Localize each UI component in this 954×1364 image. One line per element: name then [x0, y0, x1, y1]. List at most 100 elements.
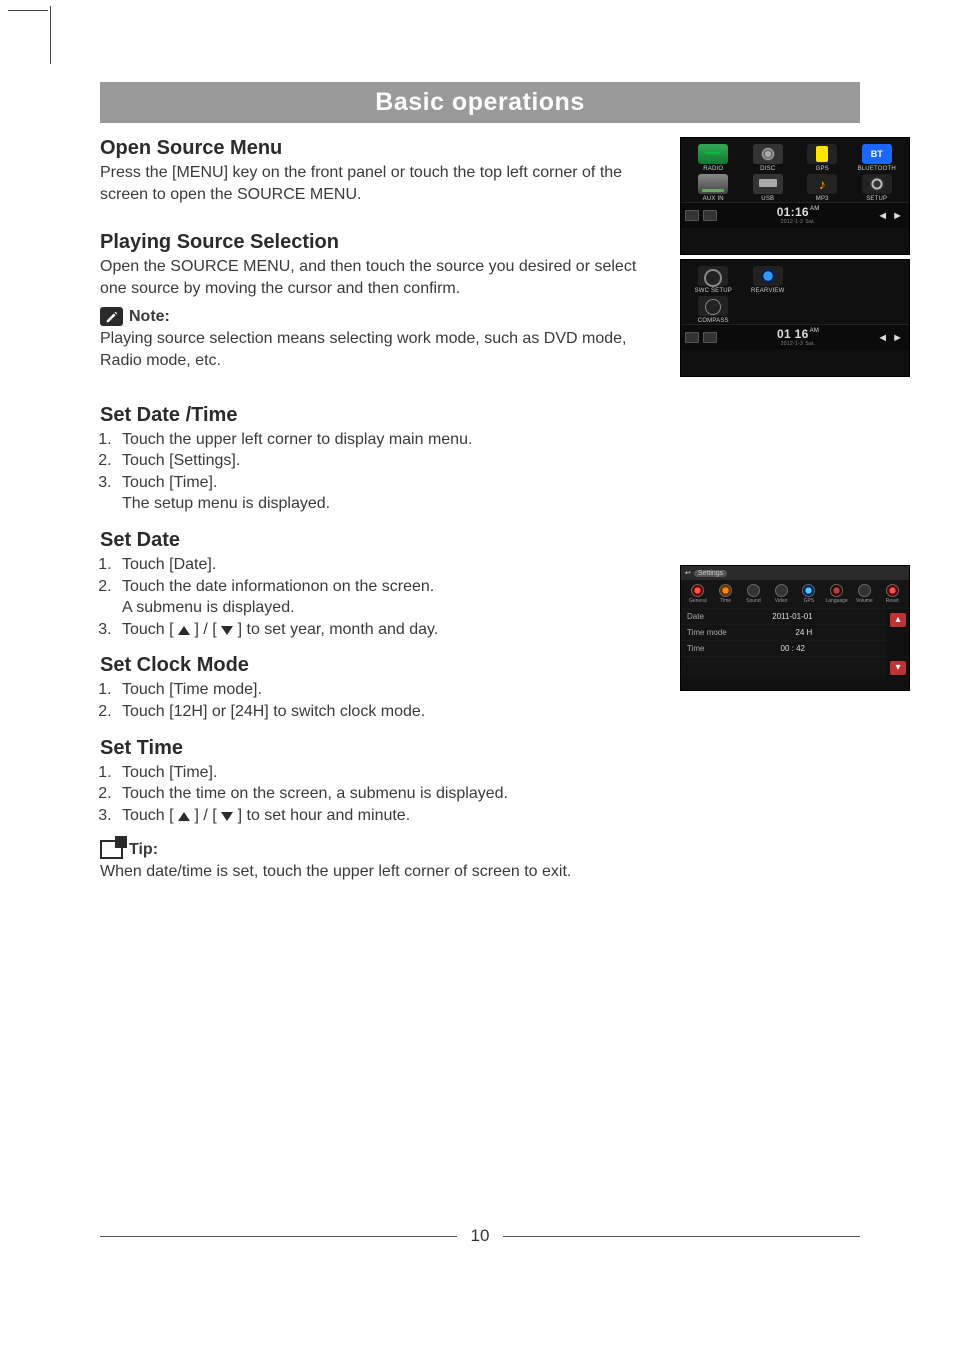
tip-icon [100, 840, 123, 859]
tip-label: Tip: [129, 841, 158, 859]
settings-list: Date2011-01-01 Time mode24 H Time00 : 42 [681, 609, 887, 679]
manual-page: Basic operations Open Source Menu Press … [0, 0, 954, 1364]
note-body: Playing source selection means selecting… [100, 328, 660, 371]
list-set-clock-mode: Touch [Time mode]. Touch [12H] or [24H] … [100, 679, 660, 722]
arrow-left-icon: ◄ [877, 210, 888, 222]
triangle-up-icon [178, 626, 190, 635]
tip-body: When date/time is set, touch the upper l… [100, 861, 660, 883]
icon-caption: GPS [816, 166, 829, 172]
text-column: Open Source Menu Press the [MENU] key on… [100, 137, 660, 895]
gps-tab-icon [802, 584, 815, 597]
list-item: Touch [Time]. [116, 472, 660, 494]
page-footer: 10 [100, 1226, 860, 1246]
list-item: Touch [Time mode]. [116, 679, 660, 701]
icon-caption: SWC SETUP [695, 288, 732, 294]
thumbnail-column: RADIO DISC GPS BTBLUETOOTH AUX IN USB MP… [660, 137, 910, 895]
thumbnail-source-menu-1: RADIO DISC GPS BTBLUETOOTH AUX IN USB MP… [680, 137, 910, 255]
back-icon: ↩ [685, 569, 691, 577]
settings-tabs: General Time Sound Video GPS Language Vo… [681, 580, 909, 609]
row-label: Time [687, 644, 704, 653]
gps-icon [807, 144, 837, 164]
rearview-icon [753, 266, 783, 286]
text-fragment: ] to set hour and minute. [233, 807, 410, 824]
disc-icon [753, 144, 783, 164]
list-item: Touch [Date]. [116, 554, 660, 576]
heading-set-date-time: Set Date /Time [100, 404, 660, 427]
page-title: Basic operations [100, 82, 860, 123]
tab-label: Reset [886, 598, 899, 604]
text-fragment: ] / [ [190, 807, 221, 824]
arrow-right-icon: ► [892, 332, 903, 344]
time-tab-icon [719, 584, 732, 597]
text-fragment: Touch [ [122, 621, 178, 638]
volume-tab-icon [858, 584, 871, 597]
wallpaper-icon [703, 332, 717, 343]
reset-tab-icon [886, 584, 899, 597]
clock-day: Sat. [805, 341, 815, 347]
list-item: Touch [Time]. [116, 762, 660, 784]
icon-caption: REARVIEW [751, 288, 785, 294]
clock-time: 01 16 [777, 327, 809, 341]
list-item: Touch [ ] / [ ] to set hour and minute. [116, 805, 660, 827]
aux-icon [698, 174, 728, 194]
row-value: 00 : 42 [781, 644, 805, 653]
list-item: Touch the upper left corner to display m… [116, 429, 660, 451]
clock-time: 01:16 [777, 205, 809, 219]
scroll-down-icon: ▾ [890, 661, 906, 675]
row-value: 24 H [795, 628, 812, 637]
arrow-left-icon: ◄ [877, 332, 888, 344]
section-playing-source-selection: Playing Source Selection Open the SOURCE… [100, 231, 660, 299]
icon-caption: USB [761, 196, 774, 202]
tab-label: Video [775, 598, 788, 604]
section-set-date-time: Set Date /Time Touch the upper left corn… [100, 404, 660, 515]
heading-set-clock-mode: Set Clock Mode [100, 654, 660, 677]
heading-set-date: Set Date [100, 529, 660, 552]
tip-block: Tip: When date/time is set, touch the up… [100, 840, 660, 883]
triangle-down-icon [221, 626, 233, 635]
clock-date: 2012-1-3 [781, 219, 803, 225]
radio-icon [698, 144, 728, 164]
icon-caption: RADIO [703, 166, 723, 172]
heading-playing-source-selection: Playing Source Selection [100, 231, 660, 254]
crop-mark-vertical [50, 6, 51, 64]
tab-label: Language [826, 598, 848, 604]
icon-caption: COMPASS [698, 318, 729, 324]
section-set-clock-mode: Set Clock Mode Touch [Time mode]. Touch … [100, 654, 660, 722]
icon-caption: SETUP [866, 196, 887, 202]
thumbnail-settings-time: ↩ Settings General Time Sound Video GPS … [680, 565, 910, 691]
list-item: Touch [ ] / [ ] to set year, month and d… [116, 619, 660, 641]
triangle-up-icon [178, 812, 190, 821]
thumbnail-source-menu-2: SWC SETUP REARVIEW COMPASS 01 16AM 2012-… [680, 259, 910, 377]
language-tab-icon [830, 584, 843, 597]
list-set-date: Touch [Date]. Touch the date information… [100, 554, 660, 640]
note-label: Note: [129, 308, 170, 326]
clock-date: 2012-1-3 [781, 341, 803, 347]
note-block: Note: Playing source selection means sel… [100, 307, 660, 371]
icon-caption: DISC [760, 166, 775, 172]
swc-setup-icon [698, 266, 728, 286]
pencil-icon [100, 307, 123, 326]
crop-mark-horizontal [8, 10, 48, 11]
clock-ampm: AM [810, 328, 820, 334]
heading-open-source-menu: Open Source Menu [100, 137, 660, 160]
clock-ampm: AM [810, 206, 820, 212]
clock-display: 01 16AM 2012-1-3 Sat. [777, 328, 819, 347]
content-column: Basic operations Open Source Menu Press … [100, 82, 860, 895]
sound-tab-icon [747, 584, 760, 597]
tab-label: Time [720, 598, 731, 604]
list-item: Touch the date informationon on the scre… [116, 576, 660, 619]
scroll-up-icon: ▴ [890, 613, 906, 627]
text-fragment: Touch [ [122, 807, 178, 824]
settings-title: Settings [694, 570, 727, 577]
list-item: Touch [12H] or [24H] to switch clock mod… [116, 701, 660, 723]
body-playing-source-selection: Open the SOURCE MENU, and then touch the… [100, 256, 660, 299]
clock-display: 01:16AM 2012-1-3 Sat. [777, 206, 820, 225]
arrow-right-icon: ► [892, 210, 903, 222]
footer-rule-left [100, 1236, 457, 1237]
usb-icon [753, 174, 783, 194]
tab-label: General [689, 598, 707, 604]
section-set-time: Set Time Touch [Time]. Touch the time on… [100, 737, 660, 827]
list-set-time: Touch [Time]. Touch the time on the scre… [100, 762, 660, 827]
tab-label: Volume [856, 598, 873, 604]
compass-icon [698, 296, 728, 316]
